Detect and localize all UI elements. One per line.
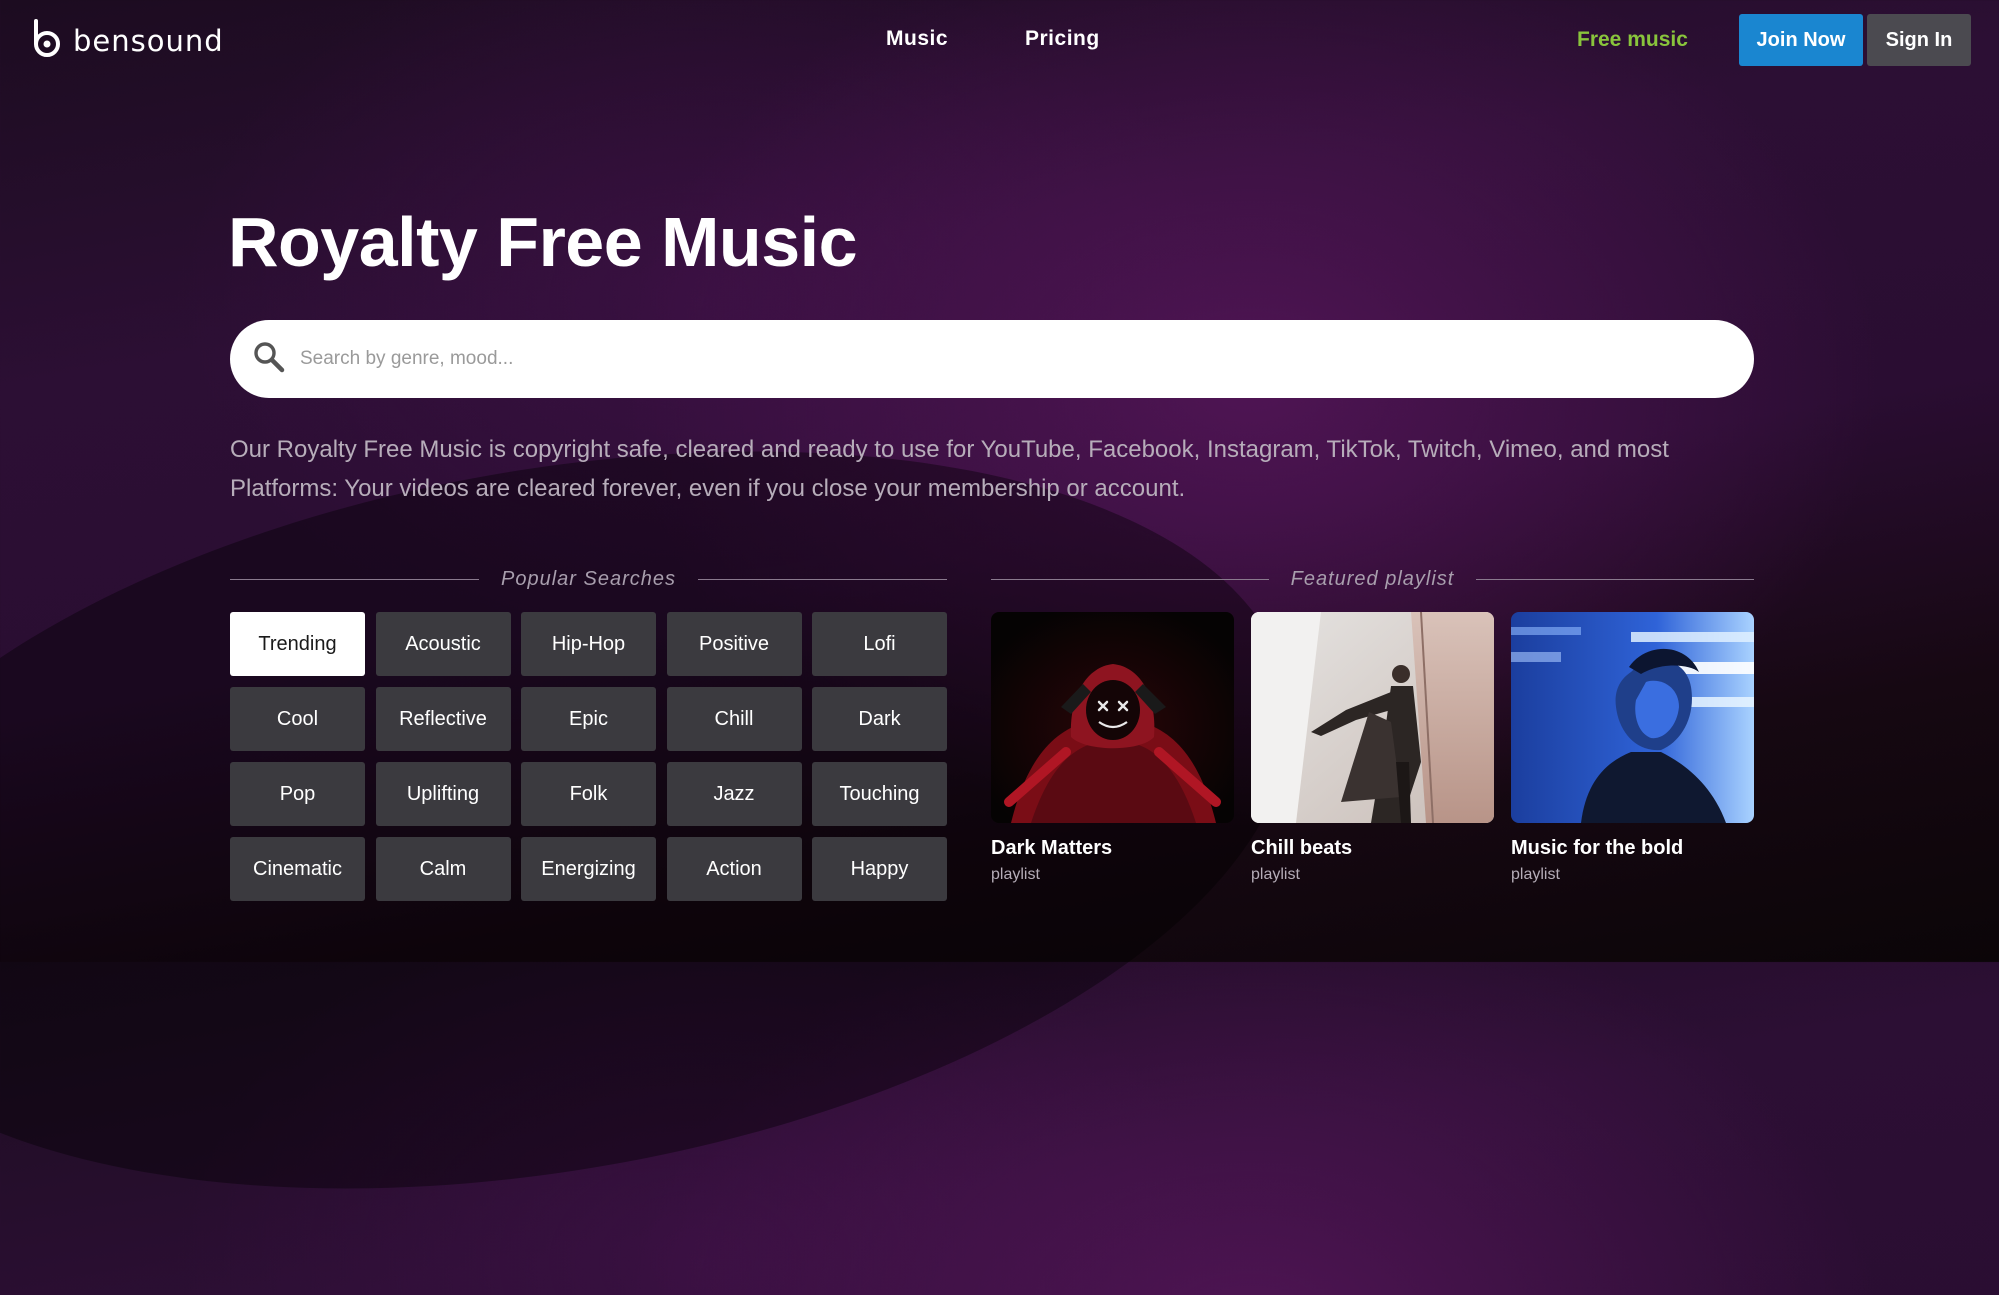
- bensound-logo-icon: [31, 18, 73, 64]
- tag-epic[interactable]: Epic: [521, 687, 656, 751]
- playlist-cover-image[interactable]: [1251, 612, 1494, 823]
- playlist-card-dark-matters[interactable]: Dark Matters playlist: [991, 612, 1234, 884]
- tag-positive[interactable]: Positive: [666, 612, 802, 676]
- playlist-card-chill-beats[interactable]: Chill beats playlist: [1251, 612, 1494, 884]
- tag-hip-hop[interactable]: Hip-Hop: [521, 612, 656, 676]
- search-input[interactable]: [298, 338, 1702, 380]
- divider-line: [991, 578, 1269, 580]
- intro-description: Our Royalty Free Music is copyright safe…: [230, 436, 1669, 502]
- nav-music[interactable]: Music: [886, 27, 948, 51]
- tag-happy[interactable]: Happy: [812, 837, 947, 901]
- playlist-cover-image[interactable]: [991, 612, 1234, 823]
- featured-playlist-label: Featured playlist: [1290, 567, 1455, 590]
- tag-touching[interactable]: Touching: [812, 762, 947, 826]
- free-music-link[interactable]: Free music: [1577, 28, 1688, 52]
- divider-line: [1476, 578, 1754, 580]
- popular-searches-heading: Popular Searches: [230, 564, 948, 594]
- join-now-button[interactable]: Join Now: [1739, 14, 1863, 66]
- tag-lofi[interactable]: Lofi: [812, 612, 947, 676]
- logo[interactable]: bensound: [31, 18, 224, 64]
- tag-cinematic[interactable]: Cinematic: [230, 837, 365, 901]
- tag-chill[interactable]: Chill: [666, 687, 802, 751]
- popular-searches-label: Popular Searches: [501, 567, 676, 590]
- tag-acoustic[interactable]: Acoustic: [375, 612, 511, 676]
- tag-action[interactable]: Action: [666, 837, 802, 901]
- tag-energizing[interactable]: Energizing: [521, 837, 656, 901]
- tag-jazz[interactable]: Jazz: [666, 762, 802, 826]
- tag-reflective[interactable]: Reflective: [375, 687, 511, 751]
- tag-folk[interactable]: Folk: [521, 762, 656, 826]
- tag-trending[interactable]: Trending: [230, 612, 365, 676]
- divider-line: [698, 578, 948, 580]
- page-title: Royalty Free Music: [228, 203, 858, 281]
- playlist-name[interactable]: Chill beats: [1251, 837, 1494, 860]
- logo-text: bensound: [73, 24, 224, 58]
- featured-playlist-heading: Featured playlist: [991, 564, 1754, 594]
- site-header: bensound Music Pricing Free music Join N…: [0, 0, 1999, 82]
- popular-tags-grid: Trending Acoustic Hip-Hop Positive Lofi …: [230, 612, 947, 901]
- playlist-type: playlist: [991, 866, 1040, 883]
- featured-playlists: Dark Matters playlist Chill beats playli…: [991, 612, 1754, 884]
- playlist-name[interactable]: Dark Matters: [991, 837, 1234, 860]
- search-icon[interactable]: [252, 340, 298, 379]
- playlist-type: playlist: [1511, 866, 1560, 883]
- playlist-card-music-for-the-bold[interactable]: Music for the bold playlist: [1511, 612, 1754, 884]
- search-bar[interactable]: [230, 320, 1754, 398]
- tag-pop[interactable]: Pop: [230, 762, 365, 826]
- sign-in-button[interactable]: Sign In: [1867, 14, 1971, 66]
- tag-calm[interactable]: Calm: [375, 837, 511, 901]
- tag-cool[interactable]: Cool: [230, 687, 365, 751]
- tag-uplifting[interactable]: Uplifting: [375, 762, 511, 826]
- nav-pricing[interactable]: Pricing: [1025, 27, 1100, 51]
- playlist-name[interactable]: Music for the bold: [1511, 837, 1754, 860]
- tag-dark[interactable]: Dark: [812, 687, 947, 751]
- playlist-type: playlist: [1251, 866, 1300, 883]
- divider-line: [230, 578, 480, 580]
- playlist-cover-image[interactable]: [1511, 612, 1754, 823]
